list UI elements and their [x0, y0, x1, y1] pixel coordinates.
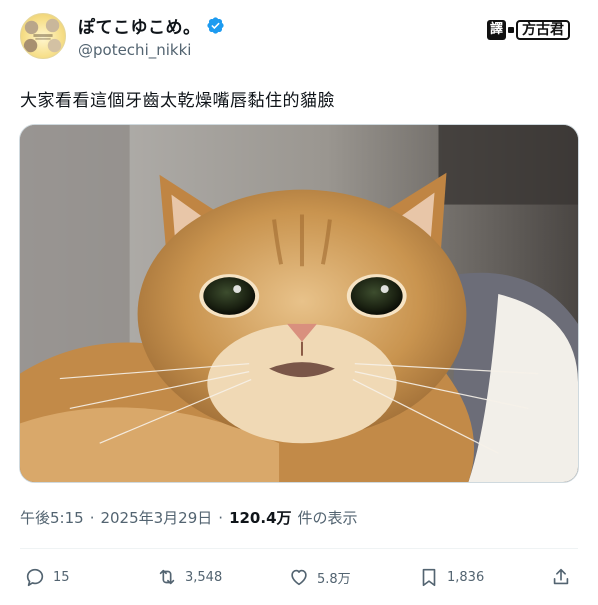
- retweet-icon: [159, 569, 175, 585]
- like-button[interactable]: 5.8万: [288, 560, 351, 594]
- bookmark-count: 1,836: [447, 569, 485, 585]
- bookmark-icon: [422, 568, 436, 587]
- share-icon: [553, 568, 569, 585]
- meta-separator: ·: [218, 508, 224, 527]
- retweet-button[interactable]: 3,548: [156, 560, 222, 594]
- cat-avatar-icon: [23, 18, 62, 53]
- like-count: 5.8万: [317, 571, 351, 587]
- verified-badge-icon: [206, 16, 224, 34]
- author-name-row[interactable]: ぽてこゆこめ。: [78, 13, 225, 38]
- divider: [20, 548, 578, 549]
- views-count[interactable]: 120.4万: [229, 507, 291, 528]
- reply-count: 15: [53, 569, 70, 585]
- tweet-date[interactable]: 2025年3月29日: [100, 507, 212, 528]
- meta-separator: ·: [89, 508, 95, 527]
- tweet-meta: 午後5:15 · 2025年3月29日 · 120.4万 件の表示: [20, 507, 358, 528]
- cat-photo: [20, 125, 578, 482]
- bookmark-button[interactable]: 1,836: [418, 560, 484, 594]
- tweet-time[interactable]: 午後5:15: [20, 507, 84, 528]
- watermark-prefix: 譯: [487, 20, 507, 40]
- watermark-label: 方古君: [516, 20, 571, 40]
- author-display-name[interactable]: ぽてこゆこめ。: [78, 13, 201, 38]
- tweet-text: 大家看看這個牙齒太乾燥嘴唇黏住的貓臉: [20, 91, 335, 111]
- translator-watermark: 譯 方古君: [487, 19, 571, 41]
- views-label: 件の表示: [297, 509, 358, 527]
- reply-button[interactable]: 15: [24, 560, 70, 594]
- heart-icon: [291, 569, 307, 586]
- avatar[interactable]: [20, 13, 66, 59]
- action-bar: 15 3,548 5.8万 1,836: [20, 560, 580, 594]
- reply-icon: [26, 568, 44, 587]
- author-handle[interactable]: @potechi_nikki: [78, 41, 191, 59]
- tweet-media[interactable]: [19, 124, 579, 483]
- share-button[interactable]: [550, 560, 572, 594]
- retweet-count: 3,548: [185, 569, 223, 585]
- watermark-dot: [508, 27, 515, 33]
